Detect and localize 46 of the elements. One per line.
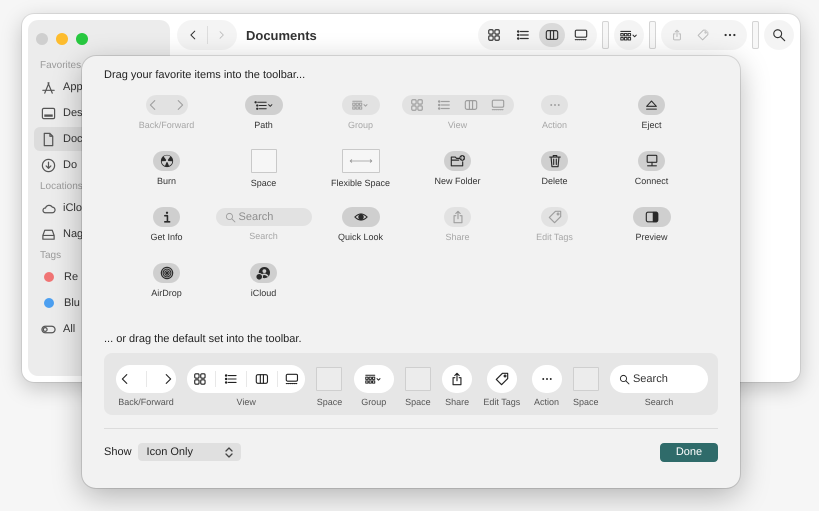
search-placeholder: Search <box>238 211 274 223</box>
item-label: Group <box>348 120 373 130</box>
item-label: Space <box>316 397 342 407</box>
item-label: Burn <box>156 176 176 186</box>
window-title: Documents <box>246 28 317 42</box>
item-label: Space <box>572 397 598 407</box>
item-label: Back/Forward <box>118 397 174 407</box>
item-label: Delete <box>541 176 568 186</box>
sidebar-label: Do <box>63 159 78 171</box>
item-label: View <box>236 397 256 407</box>
sidebar-label: Re <box>64 271 78 283</box>
section-heading: Favorites <box>39 60 82 71</box>
item-label: Edit Tags <box>536 232 573 242</box>
item-label: Space <box>405 397 431 407</box>
item-label: Share <box>445 397 470 407</box>
item-label: Edit Tags <box>483 397 520 407</box>
sidebar-label: Blu <box>64 297 80 309</box>
item-label: New Folder <box>434 176 480 186</box>
item-label: Action <box>534 397 559 407</box>
item-label: Eject <box>641 120 662 130</box>
sidebar-label: iClo <box>63 202 82 214</box>
search-placeholder: Search <box>632 373 669 385</box>
item-label: Action <box>542 120 567 130</box>
item-label: Get Info <box>150 232 183 242</box>
sidebar-label: App <box>63 81 83 93</box>
instruction-text: Drag your favorite items into the toolbar... <box>104 69 306 83</box>
item-label: Search <box>249 231 278 241</box>
item-label: Flexible Space <box>330 178 390 188</box>
item-label: iCloud <box>250 288 276 298</box>
item-label: View <box>448 120 468 130</box>
item-label: Search <box>644 397 674 407</box>
show-label: Show <box>104 446 132 458</box>
item-label: Share <box>445 232 470 242</box>
item-label: Back/Forward <box>138 120 194 130</box>
item-label: Path <box>254 120 273 130</box>
item-label: Group <box>361 397 386 407</box>
section-heading: Tags <box>39 250 62 261</box>
item-label: Quick Look <box>338 232 384 242</box>
instruction-text: ... or drag the default set into the toolbar. <box>104 333 303 347</box>
sidebar-label: All <box>63 323 76 335</box>
item-label: Preview <box>635 232 668 242</box>
item-label: Connect <box>634 176 668 186</box>
sidebar-label: Des <box>63 107 83 119</box>
item-label: Space <box>250 178 276 188</box>
sidebar-label: Doc <box>63 133 83 145</box>
item-label: AirDrop <box>151 288 182 298</box>
